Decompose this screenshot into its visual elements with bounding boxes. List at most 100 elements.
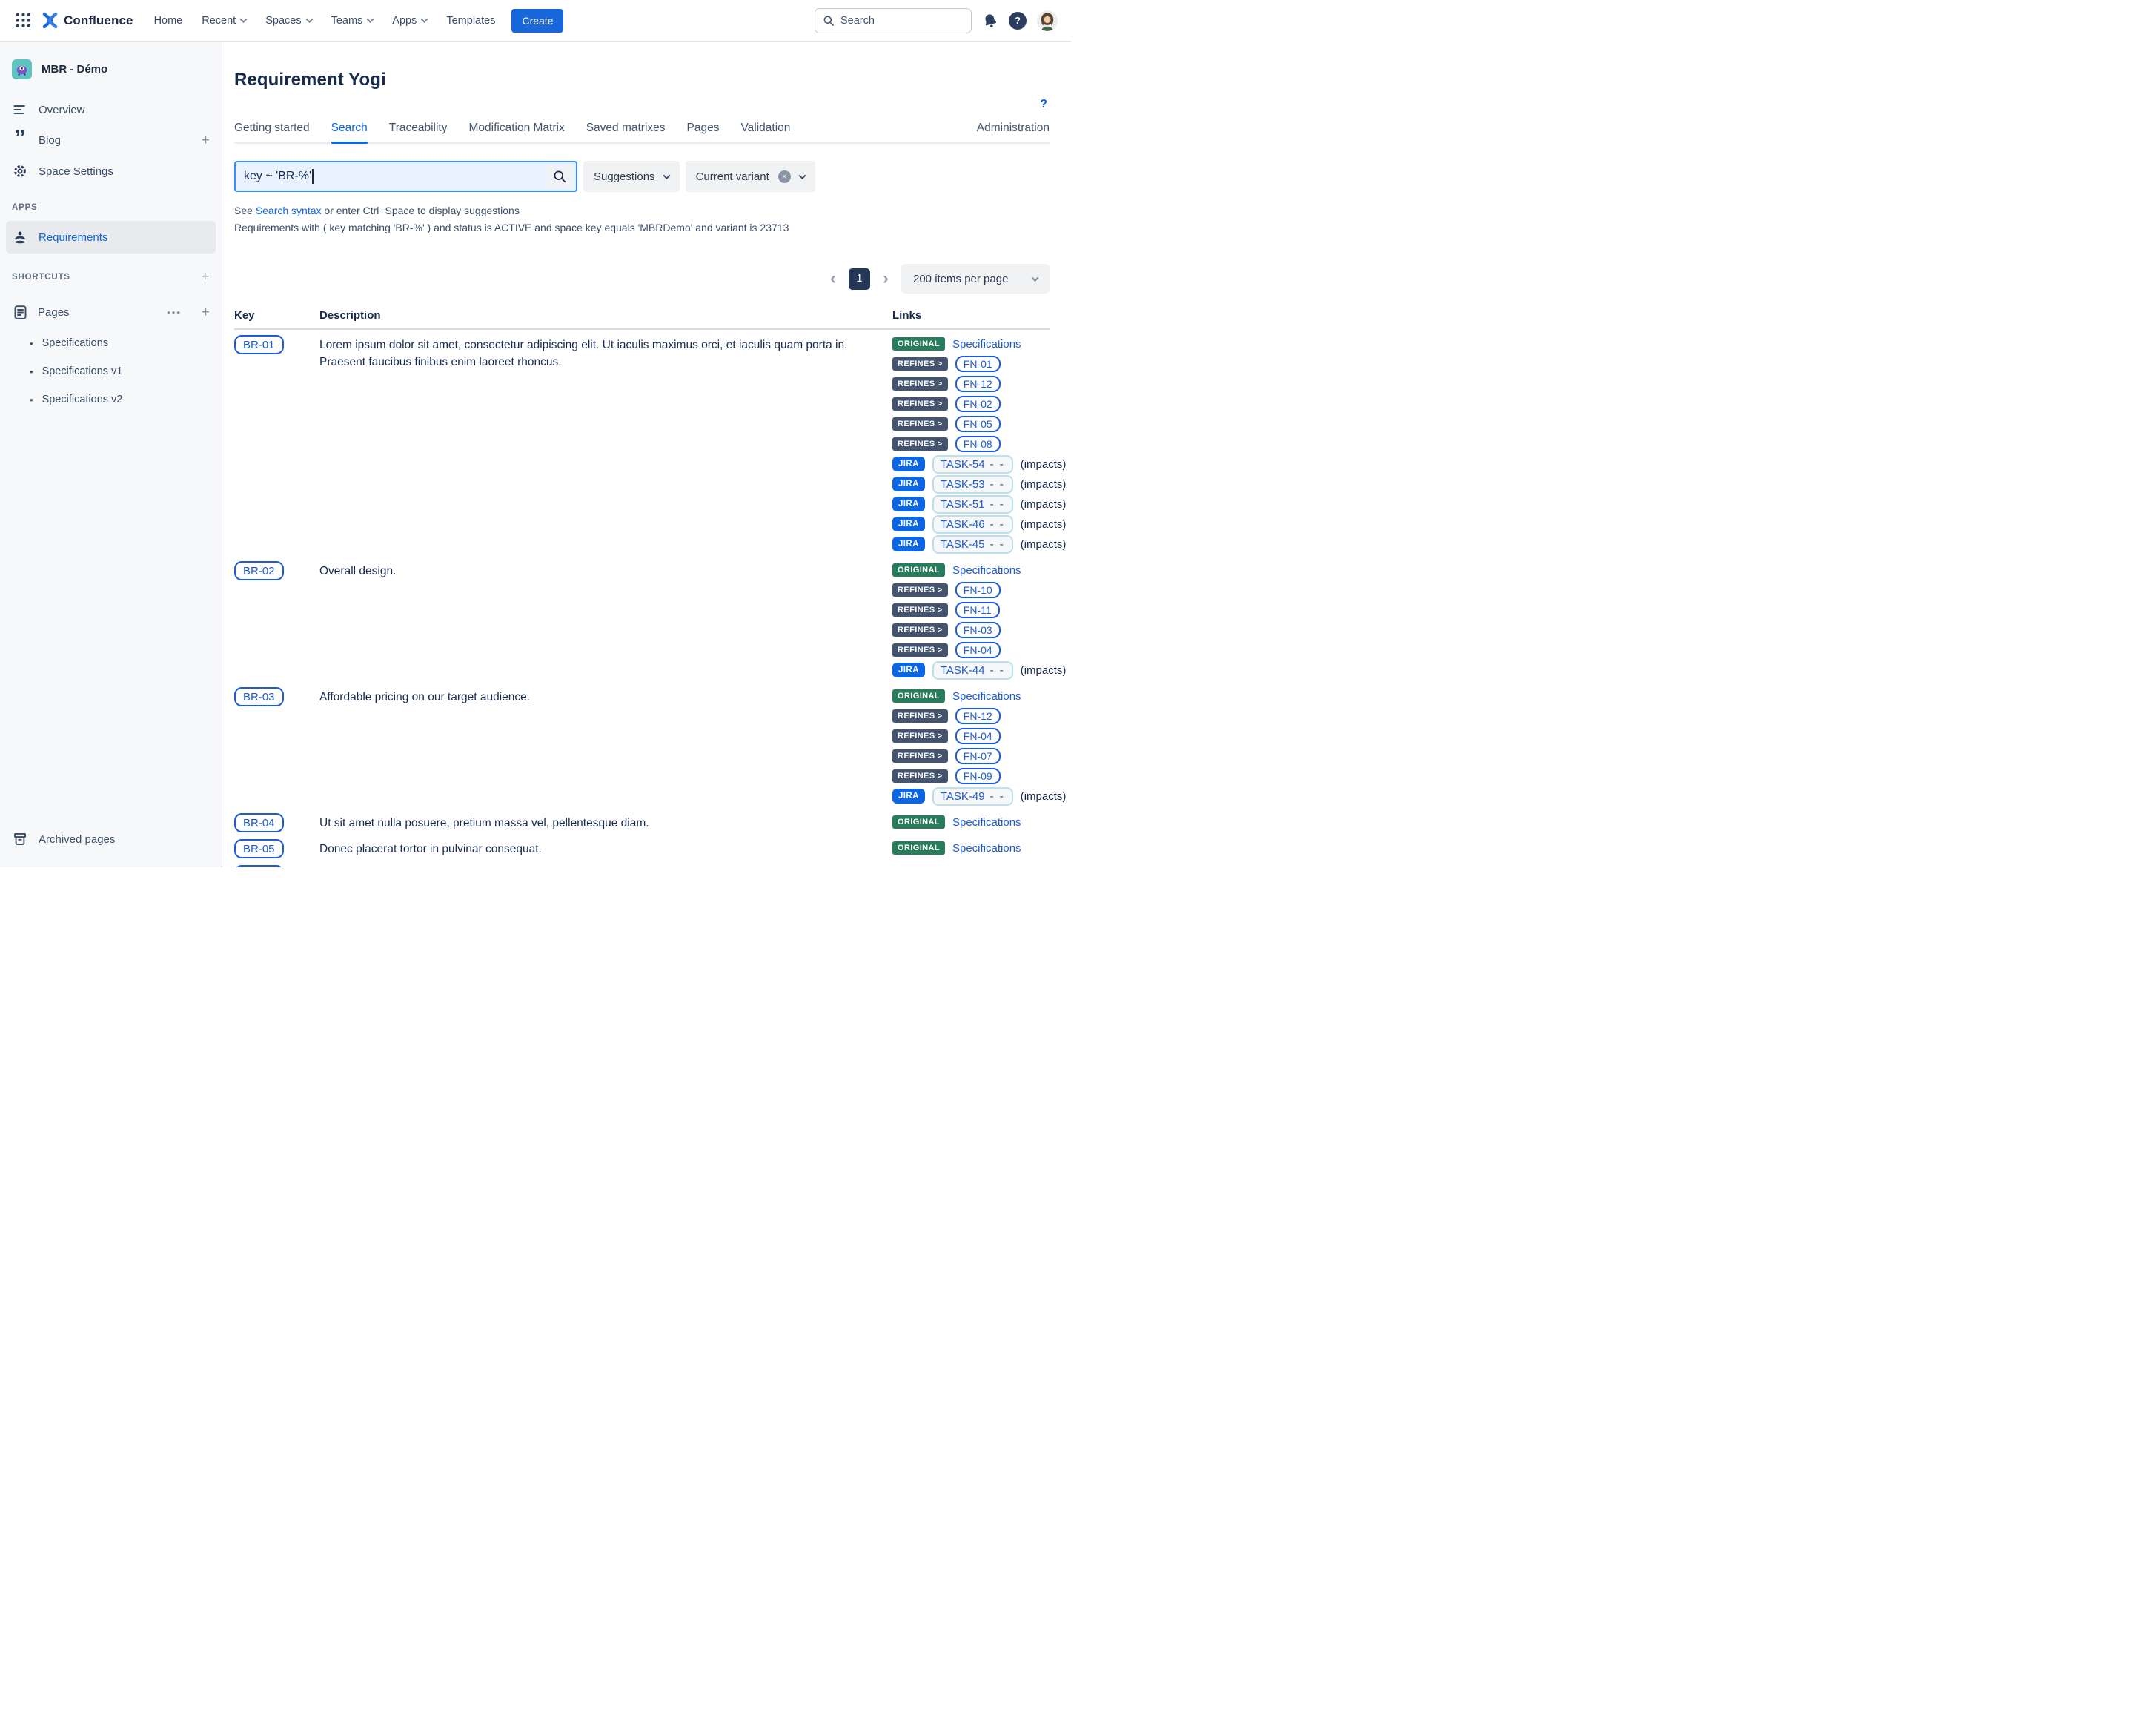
page-tree-item-specifications-v2[interactable]: •Specifications v2 [0, 385, 222, 414]
link-refines: REFINES >FN-12 [892, 376, 1050, 392]
tab-validation[interactable]: Validation [740, 122, 790, 142]
jira-issue-lozenge[interactable]: TASK-51- - [932, 495, 1013, 514]
suggestions-dropdown[interactable]: Suggestions [583, 161, 680, 192]
link-refines: REFINES >FN-12 [892, 708, 1050, 724]
link-jira: JIRATASK-54- -(impacts) [892, 456, 1050, 472]
requirement-key-lozenge[interactable]: BR-03 [234, 687, 284, 706]
search-syntax-link[interactable]: Search syntax [256, 205, 322, 216]
add-blog-button[interactable]: + [202, 133, 210, 148]
refines-badge: REFINES > [892, 729, 948, 743]
impacts-label: (impacts) [1021, 458, 1067, 471]
clear-x-icon[interactable]: × [778, 170, 791, 183]
refined-requirement-lozenge[interactable]: FN-11 [955, 602, 1000, 618]
tab-pages[interactable]: Pages [687, 122, 720, 142]
sidebar-item-blog[interactable]: ”Blog+ [0, 125, 222, 156]
refined-requirement-lozenge[interactable]: FN-01 [955, 356, 1001, 372]
nav-item-templates[interactable]: Templates [439, 9, 503, 33]
refined-requirement-lozenge[interactable]: FN-10 [955, 582, 1001, 598]
requirements-search-input[interactable]: key ~ 'BR-%' [234, 161, 577, 192]
sidebar-item-space-settings[interactable]: Space Settings [0, 156, 222, 187]
refined-requirement-lozenge[interactable]: FN-12 [955, 708, 1001, 724]
impacts-label: (impacts) [1021, 664, 1067, 677]
pages-more-button[interactable]: ••• [167, 307, 182, 318]
sidebar-item-overview[interactable]: Overview [0, 94, 222, 125]
table-row: BR-02Overall design.ORIGINALSpecificatio… [234, 556, 1050, 682]
prev-page-button[interactable]: ‹ [829, 271, 838, 286]
ry-help-link[interactable]: ? [1040, 98, 1047, 111]
items-per-page-dropdown[interactable]: 200 items per page [901, 264, 1050, 294]
sidebar-item-requirements[interactable]: Requirements [6, 221, 216, 254]
refined-requirement-lozenge[interactable]: FN-09 [955, 768, 1001, 784]
refined-requirement-lozenge[interactable]: FN-03 [955, 622, 1001, 638]
add-page-button[interactable]: + [202, 305, 210, 319]
add-shortcut-button[interactable]: + [201, 270, 210, 284]
apps-grid-icon[interactable] [10, 8, 36, 33]
nav-item-spaces[interactable]: Spaces [258, 9, 319, 33]
page-title: Requirement Yogi [234, 70, 1050, 90]
space-header[interactable]: MBR - Démo [0, 53, 222, 94]
tab-traceability[interactable]: Traceability [389, 122, 448, 142]
original-page-link[interactable]: Specifications [952, 842, 1021, 855]
tab-search[interactable]: Search [331, 122, 368, 142]
impacts-label: (impacts) [1021, 478, 1067, 491]
jira-badge: JIRA [892, 477, 925, 491]
run-search-button[interactable] [546, 165, 573, 188]
create-button[interactable]: Create [511, 9, 563, 33]
original-page-link[interactable]: Specifications [952, 816, 1021, 829]
links-cell: ORIGINALSpecifications [892, 812, 1050, 834]
refined-requirement-lozenge[interactable]: FN-04 [955, 728, 1001, 744]
current-page-button[interactable]: 1 [849, 268, 870, 290]
chevron-down-icon [367, 16, 374, 23]
sidebar-item-pages[interactable]: Pages ••• + [0, 296, 222, 329]
original-page-link[interactable]: Specifications [952, 338, 1021, 351]
requirement-key-lozenge[interactable]: BR-04 [234, 813, 284, 832]
requirement-key-lozenge[interactable]: BR-01 [234, 335, 284, 354]
tab-saved-matrixes[interactable]: Saved matrixes [586, 122, 666, 142]
tab-modification-matrix[interactable]: Modification Matrix [468, 122, 564, 142]
jira-issue-lozenge[interactable]: TASK-49- - [932, 787, 1013, 806]
requirement-key-lozenge[interactable]: BR-06 [234, 865, 284, 867]
refined-requirement-lozenge[interactable]: FN-07 [955, 748, 1001, 764]
page-tree-item-specifications-v1[interactable]: •Specifications v1 [0, 357, 222, 385]
original-page-link[interactable]: Specifications [952, 690, 1021, 703]
notification-bell-icon[interactable] [982, 13, 998, 29]
tab-administration[interactable]: Administration [977, 122, 1050, 142]
sidebar-item-archived-pages[interactable]: Archived pages [0, 823, 222, 855]
requirement-key-lozenge[interactable]: BR-02 [234, 561, 284, 580]
next-page-button[interactable]: › [881, 271, 890, 286]
global-search[interactable] [815, 8, 972, 33]
tab-getting-started[interactable]: Getting started [234, 122, 310, 142]
variant-dropdown[interactable]: Current variant × [686, 161, 815, 192]
impacts-label: (impacts) [1021, 518, 1067, 531]
nav-item-apps[interactable]: Apps [385, 9, 434, 33]
page-tree-item-specifications[interactable]: •Specifications [0, 329, 222, 357]
jira-issue-lozenge[interactable]: TASK-54- - [932, 455, 1013, 474]
jira-issue-lozenge[interactable]: TASK-46- - [932, 515, 1013, 534]
nav-item-teams[interactable]: Teams [324, 9, 381, 33]
link-refines: REFINES >FN-11 [892, 602, 1050, 618]
top-nav-items: HomeRecentSpacesTeamsAppsTemplates [147, 9, 503, 33]
refined-requirement-lozenge[interactable]: FN-12 [955, 376, 1001, 392]
refined-requirement-lozenge[interactable]: FN-08 [955, 436, 1001, 452]
col-description: Description [319, 309, 892, 322]
refined-requirement-lozenge[interactable]: FN-05 [955, 416, 1001, 432]
page-tree: •Specifications•Specifications v1•Specif… [0, 329, 222, 414]
refined-requirement-lozenge[interactable]: FN-04 [955, 642, 1001, 658]
nav-item-home[interactable]: Home [147, 9, 190, 33]
link-refines: REFINES >FN-04 [892, 642, 1050, 658]
global-search-input[interactable] [840, 15, 955, 27]
jira-issue-lozenge[interactable]: TASK-53- - [932, 475, 1013, 494]
requirement-key-lozenge[interactable]: BR-05 [234, 839, 284, 858]
original-page-link[interactable]: Specifications [952, 564, 1021, 577]
link-original: ORIGINALSpecifications [892, 866, 1050, 867]
avatar[interactable] [1037, 10, 1058, 31]
jira-issue-lozenge[interactable]: TASK-45- - [932, 535, 1013, 554]
nav-item-recent[interactable]: Recent [194, 9, 253, 33]
help-icon[interactable]: ? [1009, 12, 1027, 30]
link-original: ORIGINALSpecifications [892, 688, 1050, 704]
jira-issue-lozenge[interactable]: TASK-44- - [932, 661, 1013, 680]
main-content: ? Requirement Yogi Getting started Search… [222, 42, 1071, 867]
confluence-home-link[interactable]: Confluence [42, 12, 133, 29]
shortcuts-section-label: SHORTCUTS + [0, 254, 222, 290]
refined-requirement-lozenge[interactable]: FN-02 [955, 396, 1001, 412]
